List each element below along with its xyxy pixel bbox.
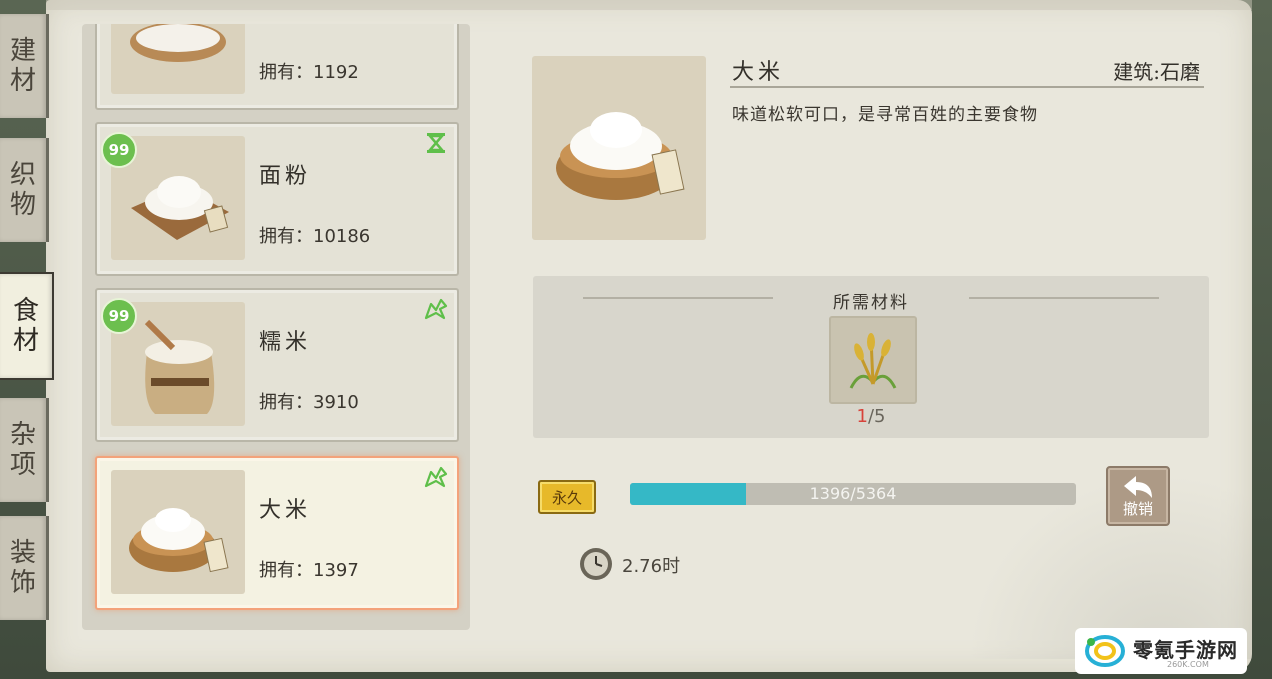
tab-char: 材 [9,66,36,96]
item-name: 糯米 [259,330,312,355]
quantity-badge: 99 [101,298,137,334]
tab-ingredients[interactable]: 食 材 [0,272,54,380]
tab-fabrics[interactable]: 织 物 [0,138,49,242]
tab-char: 材 [12,326,39,356]
material-need-count: /5 [867,406,886,427]
item-owned-count: 拥有：1397 [259,560,359,581]
item-name: 面粉 [259,164,312,189]
progress-bar: 1396/5364 [630,483,1076,505]
tab-char: 装 [9,538,36,568]
detail-item-image [532,56,706,240]
tab-char: 项 [9,450,36,480]
required-materials-title: 所需材料 [833,293,909,313]
rice-basket-icon [556,112,685,200]
divider [730,86,1204,88]
tab-char: 杂 [9,420,36,450]
tab-char: 织 [9,160,36,190]
ribbon-icon [424,298,448,320]
required-material-count: 1/5 [533,406,1209,427]
timer-text: 2.76时 [622,556,681,577]
item-card-glutinous-rice[interactable]: 99 糯米 拥有：3910 [95,288,459,442]
tab-decorations[interactable]: 装 饰 [0,516,49,620]
tab-char: 物 [9,190,36,220]
item-card-flour[interactable]: 99 面粉 拥有：10186 [95,122,459,276]
item-owned-count: 拥有：1192 [259,62,359,83]
paper-edge [46,0,1252,10]
bowl-icon [130,24,226,62]
clock-icon [580,548,612,580]
watermark: 零氪手游网 260K.COM [1075,628,1247,674]
detail-description: 味道松软可口，是寻常百姓的主要食物 [732,105,1038,125]
wheat-icon [849,333,897,389]
detail-title: 大米 [732,60,785,85]
detail-building: 建筑:石磨 [1113,60,1200,84]
hourglass-icon [427,133,445,153]
tab-char: 食 [12,296,39,326]
tab-misc[interactable]: 杂 项 [0,398,49,502]
item-owned-count: 拥有：10186 [259,226,371,247]
undo-button-label: 撤销 [1122,500,1153,518]
watermark-logo-icon [1085,635,1125,667]
item-thumbnail [111,470,245,594]
watermark-subtitle: 260K.COM [1167,660,1209,669]
watermark-title: 零氪手游网 [1133,638,1238,662]
progress-text: 1396/5364 [809,484,897,503]
required-material-slot[interactable] [829,316,917,404]
item-owned-count: 拥有：3910 [259,392,359,413]
category-tabs: 建 材 织 物 食 材 杂 项 装 饰 [0,0,56,679]
tab-char: 建 [9,36,36,66]
required-materials-panel: 所需材料 1/5 [533,276,1209,438]
tab-building-materials[interactable]: 建 材 [0,14,49,118]
ribbon-icon [424,466,448,488]
tab-char: 饰 [9,568,36,598]
item-card-rice[interactable]: 大米 拥有：1397 [95,456,459,610]
item-name: 大米 [259,498,312,523]
item-thumbnail [111,24,245,94]
quantity-badge: 99 [101,132,137,168]
permanent-badge: 永久 [538,480,596,514]
material-have-count: 1 [856,406,868,427]
undo-button[interactable]: 撤销 [1106,466,1170,526]
rice-basket-icon [129,508,229,573]
item-list-panel[interactable]: 拥有：1192 99 面粉 拥有：10186 99 糯米 拥有：3910 大米 … [82,24,470,630]
item-card[interactable]: 拥有：1192 [95,24,459,110]
